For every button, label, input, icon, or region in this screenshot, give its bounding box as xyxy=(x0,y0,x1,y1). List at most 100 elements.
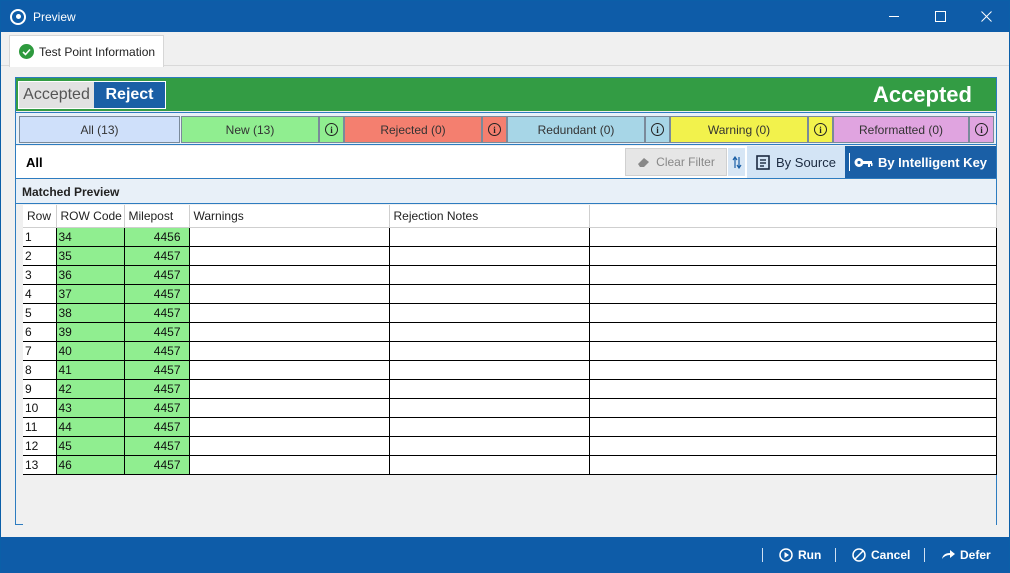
rejection-notes-cell[interactable] xyxy=(389,398,590,418)
rejection-notes-cell[interactable] xyxy=(389,341,590,361)
rejection-notes-cell[interactable] xyxy=(389,360,590,380)
sort-toggle-button[interactable] xyxy=(728,148,745,176)
row-code-cell[interactable]: 38 xyxy=(56,303,125,323)
minimize-button[interactable] xyxy=(871,1,917,32)
warnings-cell[interactable] xyxy=(189,398,390,418)
warnings-cell[interactable] xyxy=(189,227,390,247)
row-code-cell[interactable]: 34 xyxy=(56,227,125,247)
warning-info-button[interactable]: i xyxy=(808,116,833,143)
table-row[interactable]: 12 45 4457 xyxy=(23,436,997,456)
table-row[interactable]: 5 38 4457 xyxy=(23,303,997,323)
by-source-button[interactable]: By Source xyxy=(747,146,845,178)
filter-reformatted[interactable]: Reformatted (0) xyxy=(833,116,969,143)
warnings-cell[interactable] xyxy=(189,455,390,475)
milepost-cell[interactable]: 4457 xyxy=(124,322,190,342)
defer-button[interactable]: Defer xyxy=(940,537,991,573)
filter-redundant[interactable]: Redundant (0) xyxy=(507,116,645,143)
rejection-notes-cell[interactable] xyxy=(389,265,590,285)
rejection-notes-cell[interactable] xyxy=(389,436,590,456)
table-row[interactable]: 2 35 4457 xyxy=(23,246,997,266)
close-button[interactable] xyxy=(963,1,1009,32)
rejection-notes-cell[interactable] xyxy=(389,379,590,399)
milepost-cell[interactable]: 4457 xyxy=(124,303,190,323)
row-code-cell[interactable]: 36 xyxy=(56,265,125,285)
warnings-cell[interactable] xyxy=(189,322,390,342)
filter-all[interactable]: All (13) xyxy=(19,116,180,143)
filler-cell xyxy=(589,303,997,323)
row-code-cell[interactable]: 45 xyxy=(56,436,125,456)
row-code-cell[interactable]: 37 xyxy=(56,284,125,304)
warnings-cell[interactable] xyxy=(189,303,390,323)
cancel-button[interactable]: Cancel xyxy=(852,537,910,573)
milepost-cell[interactable]: 4457 xyxy=(124,246,190,266)
warnings-cell[interactable] xyxy=(189,417,390,437)
warnings-cell[interactable] xyxy=(189,360,390,380)
row-code-cell[interactable]: 41 xyxy=(56,360,125,380)
milepost-cell[interactable]: 4456 xyxy=(124,227,190,247)
rejection-notes-cell[interactable] xyxy=(389,303,590,323)
column-header-warnings[interactable]: Warnings xyxy=(189,205,390,228)
accept-reject-toggle[interactable]: Accepted Reject xyxy=(18,81,166,109)
table-row[interactable]: 13 46 4457 xyxy=(23,455,997,475)
warnings-cell[interactable] xyxy=(189,246,390,266)
filter-new[interactable]: New (13) xyxy=(181,116,319,143)
filter-rejected[interactable]: Rejected (0) xyxy=(344,116,482,143)
row-code-cell[interactable]: 42 xyxy=(56,379,125,399)
row-number-cell: 3 xyxy=(23,265,57,285)
warnings-cell[interactable] xyxy=(189,341,390,361)
toggle-accepted-option[interactable]: Accepted xyxy=(19,82,94,108)
row-code-cell[interactable]: 46 xyxy=(56,455,125,475)
milepost-cell[interactable]: 4457 xyxy=(124,360,190,380)
run-label: Run xyxy=(798,548,822,562)
reformatted-info-button[interactable]: i xyxy=(969,116,994,143)
warnings-cell[interactable] xyxy=(189,379,390,399)
row-code-cell[interactable]: 39 xyxy=(56,322,125,342)
rejection-notes-cell[interactable] xyxy=(389,455,590,475)
rejection-notes-cell[interactable] xyxy=(389,417,590,437)
table-row[interactable]: 7 40 4457 xyxy=(23,341,997,361)
warnings-cell[interactable] xyxy=(189,436,390,456)
rejection-notes-cell[interactable] xyxy=(389,322,590,342)
warnings-cell[interactable] xyxy=(189,265,390,285)
rejection-notes-cell[interactable] xyxy=(389,284,590,304)
maximize-button[interactable] xyxy=(917,1,963,32)
filler-cell xyxy=(589,379,997,399)
milepost-cell[interactable]: 4457 xyxy=(124,265,190,285)
table-row[interactable]: 4 37 4457 xyxy=(23,284,997,304)
toolbar: All Clear Filter By Source By Intelligen… xyxy=(16,146,996,179)
milepost-cell[interactable]: 4457 xyxy=(124,284,190,304)
milepost-cell[interactable]: 4457 xyxy=(124,436,190,456)
tab-test-point-information[interactable]: Test Point Information xyxy=(9,35,164,67)
row-code-cell[interactable]: 35 xyxy=(56,246,125,266)
clear-filter-button[interactable]: Clear Filter xyxy=(625,148,727,176)
run-button[interactable]: Run xyxy=(779,537,821,573)
milepost-cell[interactable]: 4457 xyxy=(124,398,190,418)
row-code-cell[interactable]: 44 xyxy=(56,417,125,437)
table-row[interactable]: 9 42 4457 xyxy=(23,379,997,399)
rejected-info-button[interactable]: i xyxy=(482,116,507,143)
milepost-cell[interactable]: 4457 xyxy=(124,341,190,361)
filter-warning[interactable]: Warning (0) xyxy=(670,116,808,143)
rejection-notes-cell[interactable] xyxy=(389,227,590,247)
column-header-row-code[interactable]: ROW Code xyxy=(56,205,125,228)
milepost-cell[interactable]: 4457 xyxy=(124,455,190,475)
new-info-button[interactable]: i xyxy=(319,116,344,143)
column-header-milepost[interactable]: Milepost xyxy=(124,205,190,228)
table-row[interactable]: 11 44 4457 xyxy=(23,417,997,437)
milepost-cell[interactable]: 4457 xyxy=(124,417,190,437)
table-row[interactable]: 8 41 4457 xyxy=(23,360,997,380)
table-row[interactable]: 1 34 4456 xyxy=(23,227,997,247)
table-row[interactable]: 6 39 4457 xyxy=(23,322,997,342)
table-row[interactable]: 10 43 4457 xyxy=(23,398,997,418)
row-code-cell[interactable]: 43 xyxy=(56,398,125,418)
column-header-rejection-notes[interactable]: Rejection Notes xyxy=(389,205,590,228)
redundant-info-button[interactable]: i xyxy=(645,116,670,143)
table-row[interactable]: 3 36 4457 xyxy=(23,265,997,285)
rejection-notes-cell[interactable] xyxy=(389,246,590,266)
milepost-cell[interactable]: 4457 xyxy=(124,379,190,399)
by-intelligent-key-button[interactable]: By Intelligent Key xyxy=(845,146,996,178)
toggle-reject-option[interactable]: Reject xyxy=(94,82,165,108)
warnings-cell[interactable] xyxy=(189,284,390,304)
column-header-row[interactable]: Row xyxy=(23,205,57,228)
row-code-cell[interactable]: 40 xyxy=(56,341,125,361)
